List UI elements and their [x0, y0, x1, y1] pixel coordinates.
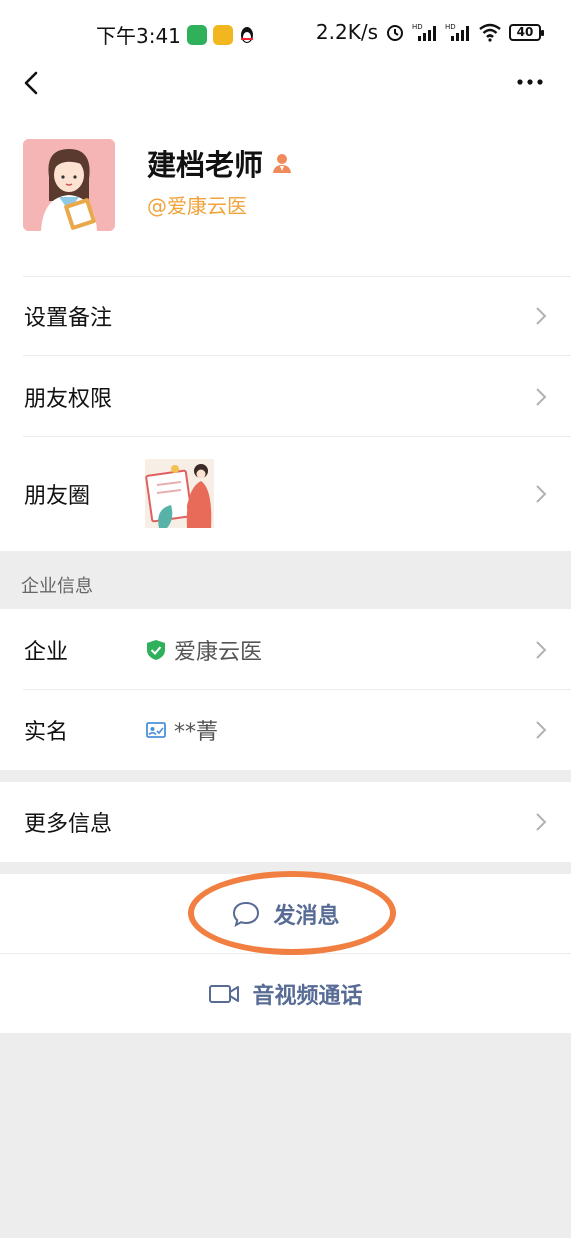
- row-moments[interactable]: 朋友圈: [0, 437, 571, 551]
- row-more-info[interactable]: 更多信息: [0, 782, 571, 862]
- chevron-right-icon: [536, 813, 547, 831]
- profile-header: 建档老师 @爱康云医: [0, 102, 571, 276]
- back-arrow-icon[interactable]: [20, 68, 44, 98]
- chevron-right-icon: [536, 485, 547, 503]
- enterprise-handle: @爱康云医: [147, 194, 247, 218]
- realname-value: **菁: [174, 720, 219, 745]
- status-time: 下午3:41: [96, 24, 181, 48]
- row-label-permissions: 朋友权限: [24, 386, 113, 412]
- network-speed: 2.2K/s: [315, 20, 378, 44]
- row-label-realname: 实名: [24, 720, 69, 745]
- row-label-more-info: 更多信息: [24, 812, 113, 837]
- status-bar: 下午3:41 2.2K/s HD HD 40: [0, 0, 571, 62]
- svg-text:HD: HD: [445, 23, 456, 31]
- company-value: 爱康云医: [174, 639, 263, 665]
- shield-app-icon: [186, 24, 207, 45]
- signal-hd-icon: HD: [412, 23, 436, 41]
- id-card-icon: [146, 722, 166, 738]
- chevron-right-icon: [536, 387, 547, 406]
- status-right: 2.2K/s HD HD 40: [315, 20, 544, 44]
- status-left: 下午3:41: [96, 20, 255, 49]
- battery-indicator: 40: [509, 23, 544, 41]
- moments-thumbnail[interactable]: [145, 459, 214, 528]
- video-call-button[interactable]: 音视频通话: [0, 954, 571, 1033]
- row-label-moments: 朋友圈: [24, 484, 91, 509]
- svg-text:HD: HD: [412, 23, 423, 31]
- chevron-right-icon: [536, 721, 547, 739]
- wifi-icon: [479, 23, 501, 42]
- row-company[interactable]: 企业 爱康云医: [0, 609, 571, 690]
- nav-bar: [0, 62, 571, 102]
- row-label-remark: 设置备注: [24, 306, 113, 331]
- alarm-icon: [387, 25, 403, 41]
- more-options-icon[interactable]: [515, 72, 545, 92]
- realname-value-wrapper: **菁: [146, 714, 218, 746]
- chevron-right-icon: [536, 640, 547, 659]
- company-value-wrapper: 爱康云医: [146, 634, 262, 666]
- top-divider: [23, 276, 571, 277]
- doctor-illustration: [23, 139, 115, 231]
- avatar[interactable]: [23, 139, 115, 231]
- qq-penguin-icon: [240, 26, 253, 43]
- enterprise-section-header: 企业信息: [0, 551, 571, 609]
- contact-name: 建档老师: [147, 148, 264, 182]
- video-camera-icon: [209, 984, 240, 1003]
- battery-level: 40: [516, 24, 534, 39]
- highlight-ring: [188, 871, 396, 955]
- row-label-company: 企业: [24, 639, 69, 665]
- cloud-app-icon: [212, 24, 233, 45]
- verified-shield-icon: [147, 639, 165, 660]
- contact-name-wrapper: 建档老师: [147, 142, 293, 184]
- chevron-right-icon: [536, 307, 547, 325]
- row-real-name[interactable]: 实名 **菁: [0, 690, 571, 770]
- video-call-label: 音视频通话: [252, 983, 363, 1009]
- row-friend-permissions[interactable]: 朋友权限: [0, 356, 571, 437]
- row-set-remark[interactable]: 设置备注: [0, 276, 571, 356]
- signal-hd-icon-2: HD: [445, 23, 469, 41]
- enterprise-person-icon: [273, 154, 292, 173]
